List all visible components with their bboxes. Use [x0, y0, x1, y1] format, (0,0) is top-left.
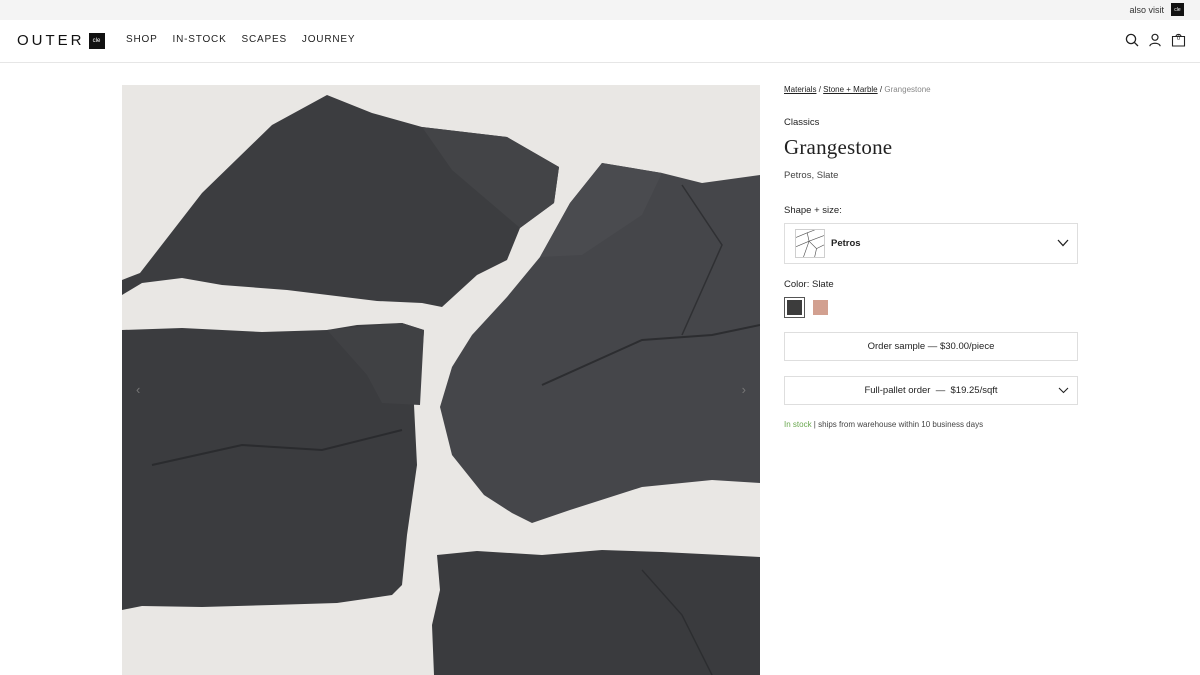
product-image-gallery[interactable]: ‹ ›	[122, 85, 760, 675]
full-pallet-order-button[interactable]: Full-pallet order — $19.25/sqft	[784, 376, 1078, 405]
cart-count: 0	[1176, 36, 1181, 42]
petros-pattern-thumbnail	[795, 229, 825, 258]
shape-selected-value: Petros	[831, 238, 861, 249]
product-photo	[122, 85, 760, 675]
order-sample-button[interactable]: Order sample — $30.00/piece	[784, 332, 1078, 361]
cle-link-badge[interactable]: cle	[1171, 3, 1184, 16]
logo-wordmark: OUTER	[17, 32, 85, 49]
nav-item-scapes[interactable]: SCAPES	[242, 34, 287, 45]
product-collection: Classics	[784, 117, 820, 128]
slate-piece	[432, 550, 760, 675]
also-visit-label: also visit	[1129, 5, 1164, 15]
color-swatches	[784, 297, 1078, 318]
full-pallet-label: Full-pallet order — $19.25/sqft	[864, 385, 998, 396]
breadcrumb-current: Grangestone	[884, 85, 931, 94]
product-info: Materials / Stone + Marble / Grangestone…	[784, 85, 1078, 429]
nav-item-in-stock[interactable]: IN-STOCK	[173, 34, 227, 45]
utility-bar: also visit cle	[0, 0, 1200, 20]
nav-item-shop[interactable]: SHOP	[126, 34, 158, 45]
swatch-slate[interactable]	[784, 297, 805, 318]
in-stock-badge: In stock	[784, 420, 812, 429]
swatch-terracotta[interactable]	[810, 297, 831, 318]
nav-item-journey[interactable]: JOURNEY	[302, 34, 355, 45]
main-nav: SHOP IN-STOCK SCAPES JOURNEY	[126, 34, 355, 45]
order-sample-label: Order sample — $30.00/piece	[867, 341, 995, 352]
header-icons: 0	[1125, 33, 1186, 47]
site-header: OUTER cle SHOP IN-STOCK SCAPES JOURNEY 0	[0, 20, 1200, 63]
color-label: Color: Slate	[784, 279, 834, 290]
breadcrumb: Materials / Stone + Marble / Grangestone	[784, 85, 1078, 94]
chevron-down-icon	[1057, 239, 1069, 247]
breadcrumb-materials[interactable]: Materials	[784, 85, 816, 94]
product-subtitle: Petros, Slate	[784, 170, 839, 181]
gallery-next-arrow[interactable]: ›	[742, 382, 746, 397]
shape-size-label: Shape + size:	[784, 205, 842, 216]
breadcrumb-stone-marble[interactable]: Stone + Marble	[823, 85, 877, 94]
site-logo[interactable]: OUTER cle	[17, 32, 105, 49]
shape-size-select[interactable]: Petros	[784, 223, 1078, 264]
swatch-terracotta-fill	[813, 300, 828, 315]
chevron-down-icon	[1058, 387, 1069, 394]
breadcrumb-separator: /	[879, 85, 883, 94]
stock-status: In stock | ships from warehouse within 1…	[784, 420, 1078, 429]
breadcrumb-separator: /	[818, 85, 821, 94]
cart-button[interactable]: 0	[1171, 33, 1186, 47]
logo-badge: cle	[88, 32, 105, 49]
stock-note: ships from warehouse within 10 business …	[818, 420, 984, 429]
swatch-slate-fill	[787, 300, 802, 315]
gallery-prev-arrow[interactable]: ‹	[136, 382, 140, 397]
account-icon[interactable]	[1148, 33, 1162, 47]
search-icon[interactable]	[1125, 33, 1139, 47]
product-title: Grangestone	[784, 135, 893, 159]
